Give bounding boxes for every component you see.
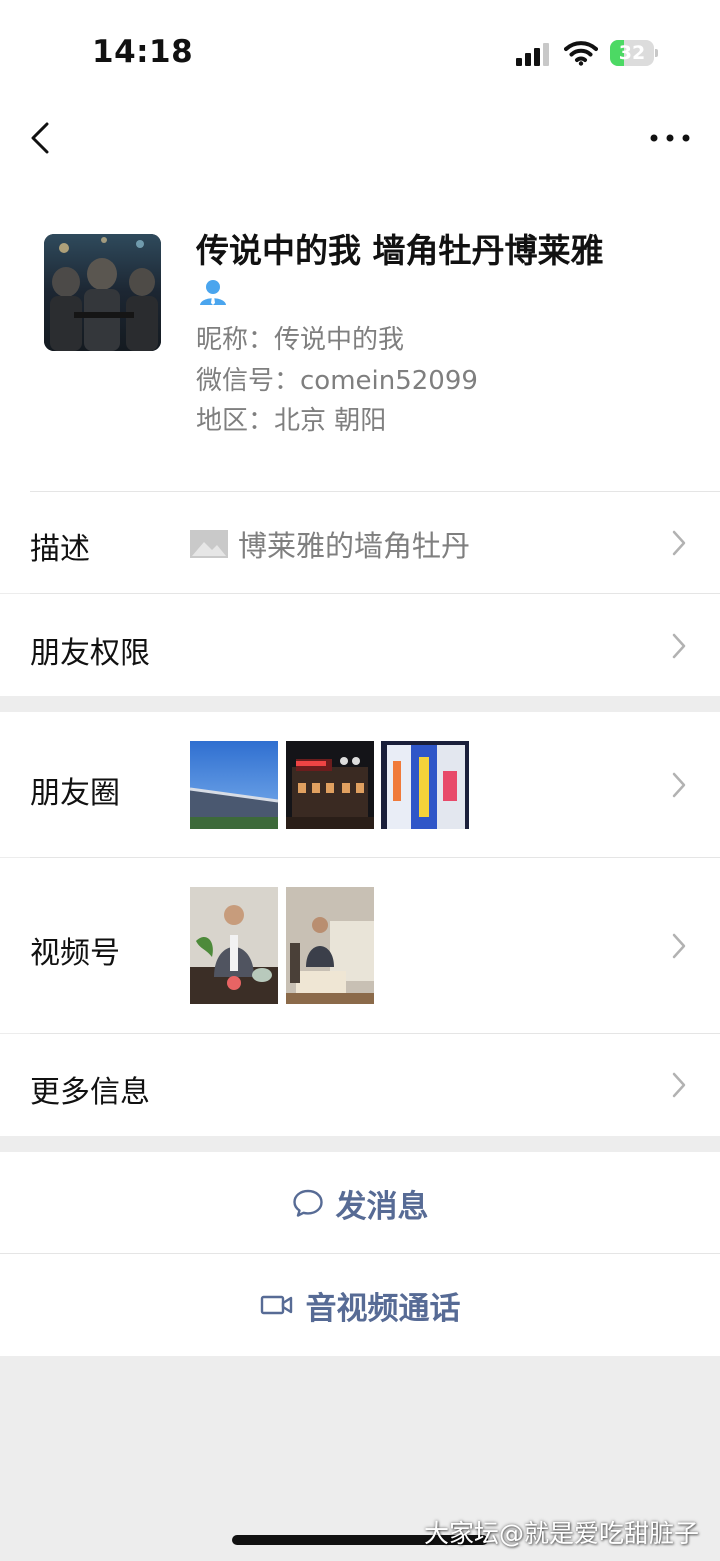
image-placeholder-icon xyxy=(190,530,228,558)
channels-label: 视频号 xyxy=(30,936,120,971)
chevron-right-icon xyxy=(672,772,686,798)
friend-permissions-label: 朋友权限 xyxy=(30,636,150,671)
channels-thumbnail xyxy=(286,887,374,1004)
chevron-right-icon xyxy=(672,933,686,959)
description-value: 博莱雅的墙角牡丹 xyxy=(190,526,471,563)
person-icon xyxy=(200,280,226,305)
more-info-row[interactable]: 更多信息 xyxy=(0,1034,720,1136)
moments-thumbnail xyxy=(286,741,374,829)
send-message-label: 发消息 xyxy=(335,1188,429,1225)
description-row[interactable]: 描述 博莱雅的墙角牡丹 xyxy=(0,492,720,593)
watermark: 大家坛@就是爱吃甜脏子 xyxy=(424,1519,700,1548)
av-call-button[interactable]: 音视频通话 xyxy=(0,1254,720,1356)
description-text: 博莱雅的墙角牡丹 xyxy=(238,529,471,563)
av-call-label: 音视频通话 xyxy=(305,1290,461,1327)
nickname-line: 昵称：传说中的我 xyxy=(196,325,405,355)
chevron-right-icon xyxy=(672,1072,686,1098)
channels-thumbnail xyxy=(190,887,278,1004)
cellular-signal-icon xyxy=(516,42,554,66)
battery-percent: 32 xyxy=(618,42,646,64)
back-icon[interactable] xyxy=(24,116,60,160)
description-label: 描述 xyxy=(30,532,90,567)
avatar[interactable] xyxy=(44,234,161,351)
moments-thumbnail xyxy=(190,741,278,829)
status-bar: 14:18 32 xyxy=(0,0,720,100)
more-info-label: 更多信息 xyxy=(30,1075,150,1110)
chat-bubble-icon xyxy=(292,1189,323,1217)
moments-label: 朋友圈 xyxy=(30,776,120,811)
wechat-id-line: 微信号：comein52099 xyxy=(196,366,478,396)
nav-bar xyxy=(0,100,720,180)
video-camera-icon xyxy=(260,1295,292,1315)
profile-page: 14:18 32 传说中的我 墙角牡丹博莱雅 昵称：传说中的我 微信号：come… xyxy=(0,0,720,1561)
profile-header: 传说中的我 墙角牡丹博莱雅 昵称：传说中的我 微信号：comein52099 地… xyxy=(0,180,720,492)
channels-row[interactable]: 视频号 xyxy=(0,858,720,1033)
status-time: 14:18 xyxy=(92,34,194,70)
moments-row[interactable]: 朋友圈 xyxy=(0,712,720,857)
region-line: 地区：北京 朝阳 xyxy=(196,406,387,436)
chevron-right-icon xyxy=(672,633,686,659)
display-name: 传说中的我 墙角牡丹博莱雅 xyxy=(196,231,604,270)
chevron-right-icon xyxy=(672,530,686,556)
battery-icon: 32 xyxy=(610,40,658,66)
wifi-icon xyxy=(564,41,598,66)
friend-permissions-row[interactable]: 朋友权限 xyxy=(0,594,720,696)
send-message-button[interactable]: 发消息 xyxy=(0,1152,720,1254)
more-icon[interactable] xyxy=(648,128,692,148)
moments-thumbnail xyxy=(381,741,469,829)
